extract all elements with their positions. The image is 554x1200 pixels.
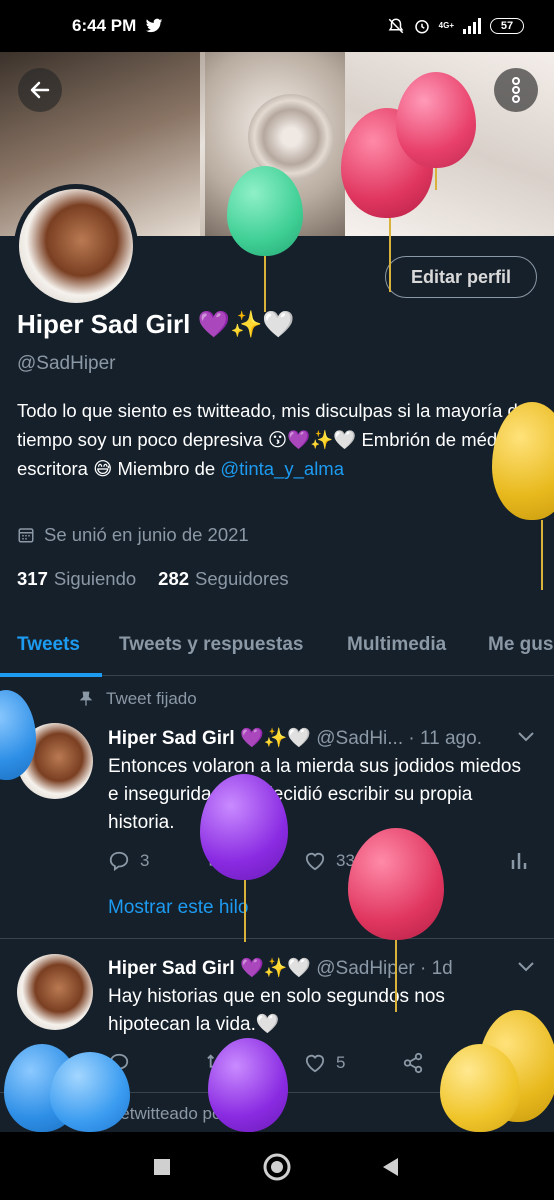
- tab-tweets[interactable]: Tweets: [17, 634, 80, 656]
- tweet-header: Hiper Sad Girl 💜✨🤍 @SadHi... · 11 ago.: [108, 726, 482, 750]
- profile-name: Hiper Sad Girl 💜✨🤍: [17, 309, 295, 339]
- show-thread-link[interactable]: Mostrar este hilo: [108, 897, 248, 919]
- chevron-down-icon[interactable]: [516, 960, 536, 974]
- profile-handle: @SadHiper: [17, 353, 116, 374]
- tweet-author-name[interactable]: Hiper Sad Girl 💜✨🤍: [108, 728, 311, 749]
- home-icon[interactable]: [262, 1152, 292, 1182]
- followers-label: Seguidores: [195, 568, 289, 589]
- like-button[interactable]: 5: [304, 1053, 402, 1073]
- joined-text: Se unió en junio de 2021: [44, 524, 249, 545]
- active-tab-indicator: [0, 673, 102, 677]
- status-time: 6:44 PM: [72, 16, 137, 35]
- edit-profile-button[interactable]: Editar perfil: [385, 256, 537, 298]
- tweet-meta: @SadHi... · 11 ago.: [316, 728, 482, 749]
- tweet-text: Entonces volaron a la mierda sus jodidos…: [108, 756, 521, 833]
- status-bar: 6:44 PM 4G+ 57: [0, 0, 554, 52]
- twitter-bird-icon: [146, 18, 163, 33]
- pin-icon: [79, 691, 93, 706]
- following-count: 317: [17, 568, 48, 589]
- like-icon: [305, 1054, 325, 1073]
- balloon-yellow: [440, 1044, 520, 1132]
- balloon-string: [395, 940, 397, 1012]
- balloon-string: [264, 250, 266, 312]
- reply-count: 3: [140, 851, 150, 870]
- tweet-divider: [0, 938, 554, 939]
- balloon-string: [244, 880, 246, 942]
- analytics-button[interactable]: [510, 851, 528, 871]
- balloon-purple: [200, 774, 288, 880]
- reply-button[interactable]: 3: [108, 850, 206, 872]
- like-count: 5: [336, 1053, 346, 1072]
- tab-likes[interactable]: Me gus: [488, 634, 553, 656]
- bio-mention-link[interactable]: @tinta_y_alma: [220, 458, 344, 479]
- tweet-meta: @SadHiper · 1d: [316, 958, 453, 979]
- tab-tweets-replies[interactable]: Tweets y respuestas: [119, 634, 303, 656]
- tab-media[interactable]: Multimedia: [347, 634, 446, 656]
- more-options-button[interactable]: [494, 68, 538, 112]
- pinned-text: Tweet fijado: [106, 689, 197, 708]
- more-vertical-icon: [512, 77, 520, 103]
- balloon-string: [541, 520, 543, 590]
- followers-link[interactable]: 282 Seguidores: [158, 568, 288, 590]
- profile-tabs: Tweets Tweets y respuestas Multimedia Me…: [0, 618, 554, 677]
- tweet-avatar[interactable]: [17, 954, 93, 1030]
- tweet-actions: 3 2 33: [108, 850, 528, 872]
- back-arrow-icon: [30, 81, 50, 99]
- balloon-red: [348, 828, 444, 940]
- following-label: Siguiendo: [53, 568, 137, 589]
- tweet-author-name[interactable]: Hiper Sad Girl 💜✨🤍: [108, 958, 311, 979]
- recents-icon[interactable]: [153, 1158, 171, 1176]
- profile-avatar[interactable]: [14, 184, 138, 308]
- profile-bio: Todo lo que siento es twitteado, mis dis…: [17, 396, 537, 483]
- status-icons: 4G+ 57: [387, 17, 524, 35]
- chevron-down-icon[interactable]: [516, 730, 536, 744]
- signal-icon: [463, 18, 481, 34]
- balloon-blue: [50, 1052, 130, 1132]
- share-icon: [403, 1052, 423, 1074]
- like-icon: [305, 852, 325, 871]
- balloon-pink: [396, 72, 476, 168]
- tweet-header: Hiper Sad Girl 💜✨🤍 @SadHiper · 1d: [108, 956, 453, 980]
- following-link[interactable]: 317 Siguiendo: [17, 568, 136, 590]
- follow-stats: 317 Siguiendo 282 Seguidores: [17, 568, 289, 590]
- network-type: 4G+: [438, 21, 454, 30]
- pinned-label: Tweet fijado: [78, 689, 197, 709]
- mute-bell-icon: [388, 18, 404, 34]
- back-button[interactable]: [18, 68, 62, 112]
- analytics-icon: [511, 853, 527, 869]
- followers-count: 282: [158, 568, 190, 589]
- joined-date: Se unió en junio de 2021: [17, 524, 249, 546]
- system-nav-bar: [0, 1132, 554, 1200]
- tweet-text: Hay historias que en solo segundos nos h…: [108, 986, 445, 1035]
- balloon-purple: [208, 1038, 288, 1132]
- battery-indicator: 57: [490, 18, 524, 34]
- alarm-icon: [414, 20, 429, 34]
- calendar-icon: [18, 528, 34, 543]
- balloon-green: [227, 166, 303, 256]
- back-nav-icon[interactable]: [380, 1156, 400, 1178]
- reply-icon: [109, 851, 129, 872]
